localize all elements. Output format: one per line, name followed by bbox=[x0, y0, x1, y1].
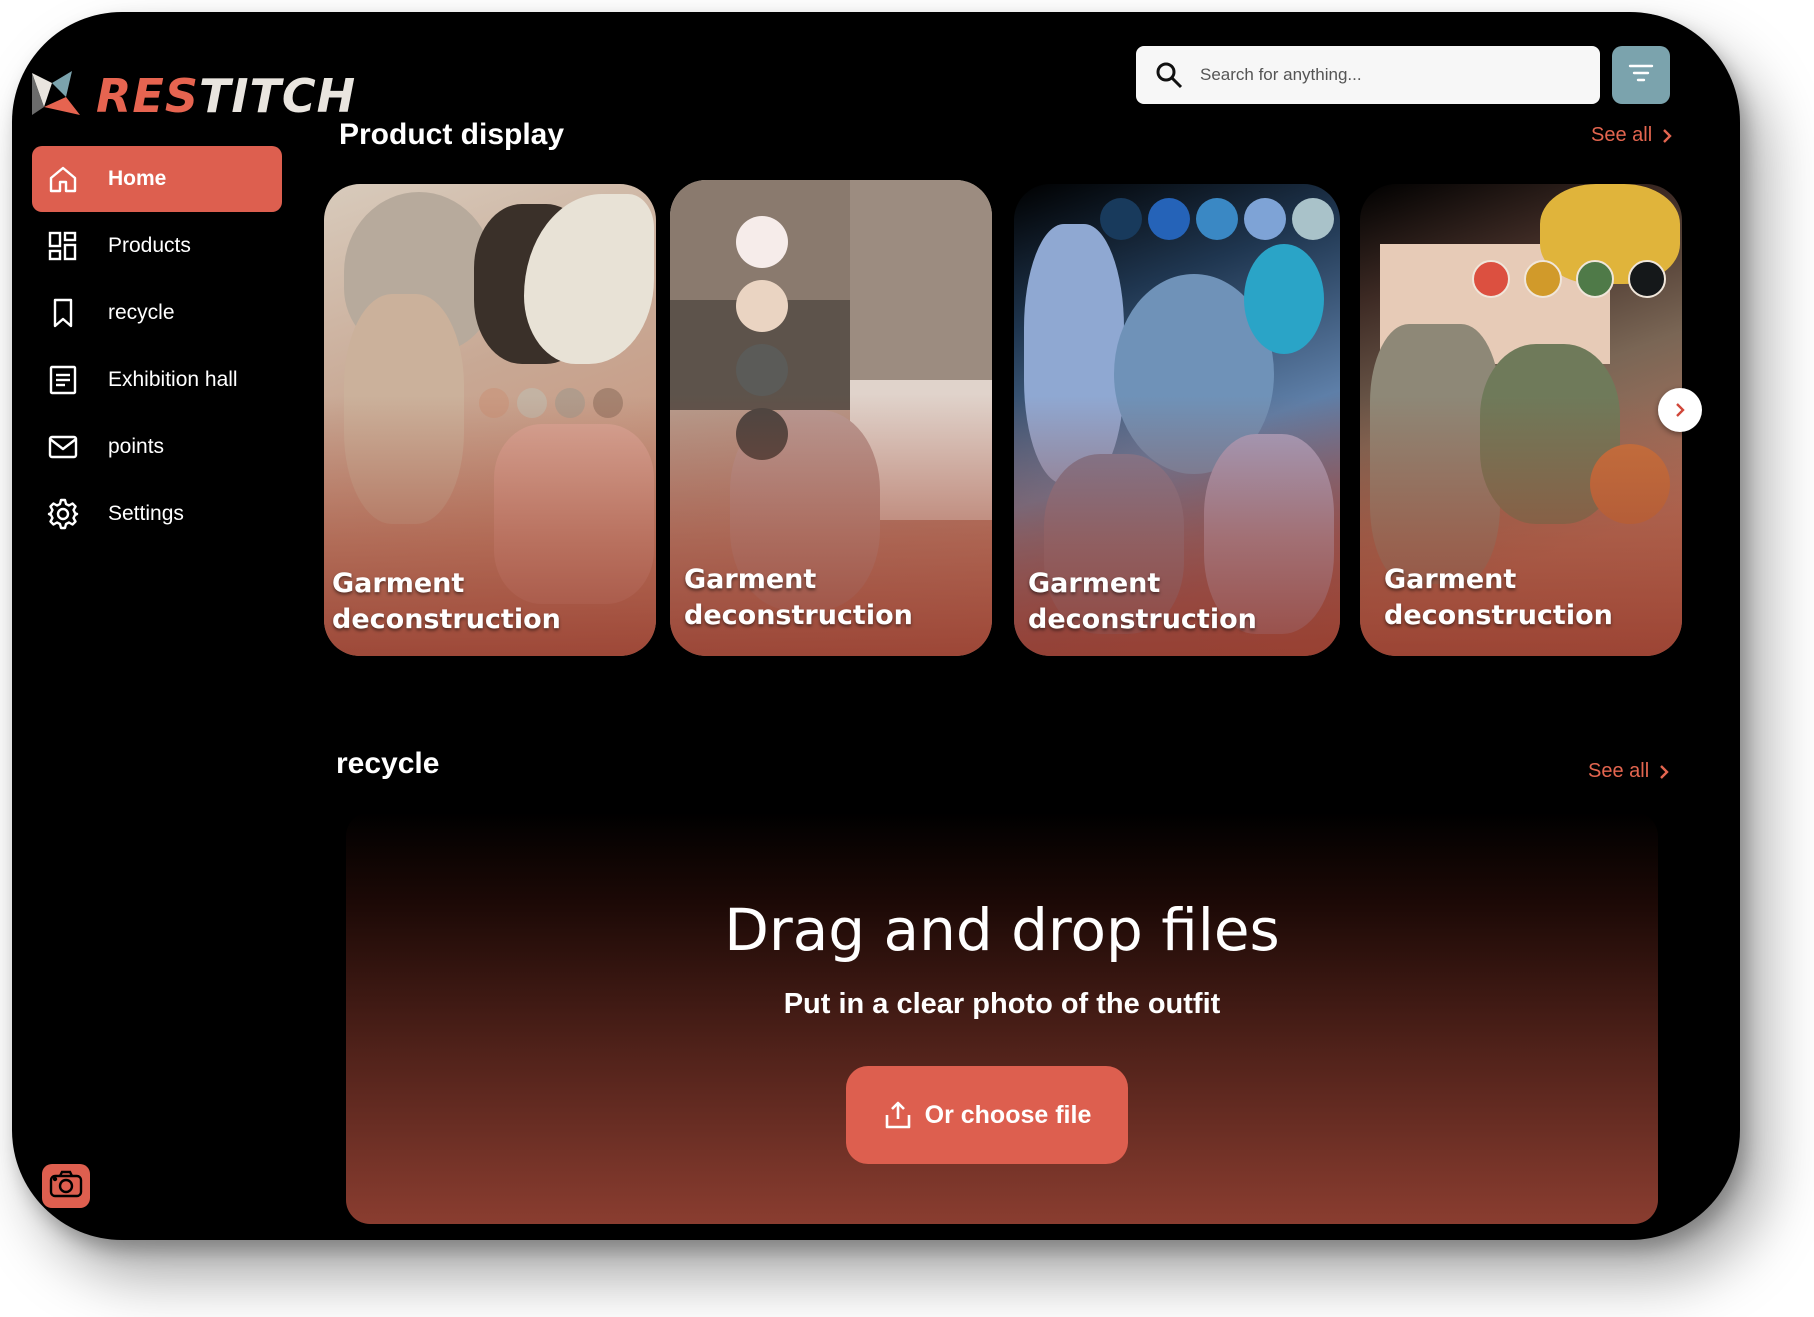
collage-image bbox=[850, 180, 992, 380]
sidebar-item-label: Products bbox=[108, 234, 191, 257]
sidebar-item-products[interactable]: Products bbox=[32, 213, 282, 279]
color-swatch bbox=[1472, 260, 1510, 298]
sidebar-item-settings[interactable]: Settings bbox=[32, 481, 282, 547]
upload-icon bbox=[885, 1101, 910, 1129]
card-title: Garment deconstruction bbox=[684, 564, 913, 631]
sidebar-item-label: recycle bbox=[108, 301, 175, 324]
logo-wordmark: RESTITCH bbox=[96, 69, 356, 123]
grid-icon bbox=[46, 229, 80, 263]
sidebar-item-home[interactable]: Home bbox=[32, 146, 282, 212]
document-icon bbox=[46, 363, 80, 397]
recycle-see-all-link[interactable]: See all bbox=[1588, 760, 1669, 783]
collage-image bbox=[1244, 244, 1324, 354]
product-display-see-all-link[interactable]: See all bbox=[1591, 124, 1672, 147]
color-swatch bbox=[736, 344, 788, 396]
card-title: Garment deconstruction bbox=[1028, 568, 1257, 635]
color-swatch bbox=[736, 280, 788, 332]
chevron-right-icon bbox=[1676, 403, 1685, 417]
search-bar bbox=[1136, 46, 1600, 104]
card-title: Garment deconstruction bbox=[332, 568, 561, 635]
app-window: RESTITCH Home Products recycle Exhibitio… bbox=[12, 12, 1740, 1240]
sidebar-item-points[interactable]: points bbox=[32, 414, 282, 480]
restitch-logo: RESTITCH bbox=[30, 56, 356, 136]
color-swatch bbox=[1244, 198, 1286, 240]
logo-mark-icon bbox=[30, 67, 88, 125]
filter-icon bbox=[1628, 63, 1654, 87]
product-card[interactable]: Garment deconstruction bbox=[1014, 184, 1340, 656]
sidebar-item-label: Settings bbox=[108, 502, 184, 525]
camera-button[interactable] bbox=[42, 1164, 90, 1208]
file-drop-zone[interactable]: Drag and drop files Put in a clear photo… bbox=[346, 812, 1658, 1224]
logo-text-a: RES bbox=[96, 69, 199, 123]
see-all-label: See all bbox=[1591, 124, 1653, 146]
product-card[interactable]: Garment deconstruction bbox=[1360, 184, 1682, 656]
choose-file-label: Or choose file bbox=[924, 1100, 1092, 1129]
color-swatch bbox=[1576, 260, 1614, 298]
search-icon bbox=[1154, 60, 1184, 90]
logo-text-b: TITCH bbox=[198, 69, 357, 123]
recycle-title: recycle bbox=[336, 747, 440, 780]
drop-zone-title: Drag and drop files bbox=[724, 896, 1280, 964]
camera-icon bbox=[49, 1170, 83, 1202]
see-all-label: See all bbox=[1588, 760, 1650, 782]
filter-button[interactable] bbox=[1612, 46, 1670, 104]
gear-icon bbox=[46, 497, 80, 531]
card-title: Garment deconstruction bbox=[1384, 564, 1613, 631]
sidebar-item-recycle[interactable]: recycle bbox=[32, 280, 282, 346]
choose-file-button[interactable]: Or choose file bbox=[846, 1066, 1128, 1164]
product-card[interactable]: Garment deconstruction bbox=[324, 184, 656, 656]
color-swatch bbox=[736, 216, 788, 268]
carousel-next-button[interactable] bbox=[1658, 388, 1702, 432]
product-display-title: Product display bbox=[339, 118, 565, 151]
bookmark-icon bbox=[46, 296, 80, 330]
sidebar-item-label: points bbox=[108, 435, 165, 458]
color-swatch bbox=[1628, 260, 1666, 298]
color-swatch bbox=[1148, 198, 1190, 240]
product-card[interactable]: Garment deconstruction bbox=[670, 180, 992, 656]
drop-zone-subtitle: Put in a clear photo of the outfit bbox=[783, 988, 1221, 1020]
mail-icon bbox=[46, 430, 80, 464]
chevron-right-icon bbox=[1663, 128, 1672, 143]
sidebar-nav: Home Products recycle Exhibition hall po… bbox=[32, 146, 282, 548]
sidebar-item-exhibition-hall[interactable]: Exhibition hall bbox=[32, 347, 282, 413]
home-icon bbox=[46, 162, 80, 196]
search-input[interactable] bbox=[1198, 64, 1582, 86]
sidebar-item-label: Exhibition hall bbox=[108, 368, 238, 391]
chevron-right-icon bbox=[1660, 764, 1669, 779]
color-swatch bbox=[1100, 198, 1142, 240]
color-swatch bbox=[1524, 260, 1562, 298]
color-swatch bbox=[1196, 198, 1238, 240]
sidebar-item-label: Home bbox=[108, 167, 167, 190]
color-swatch bbox=[1292, 198, 1334, 240]
